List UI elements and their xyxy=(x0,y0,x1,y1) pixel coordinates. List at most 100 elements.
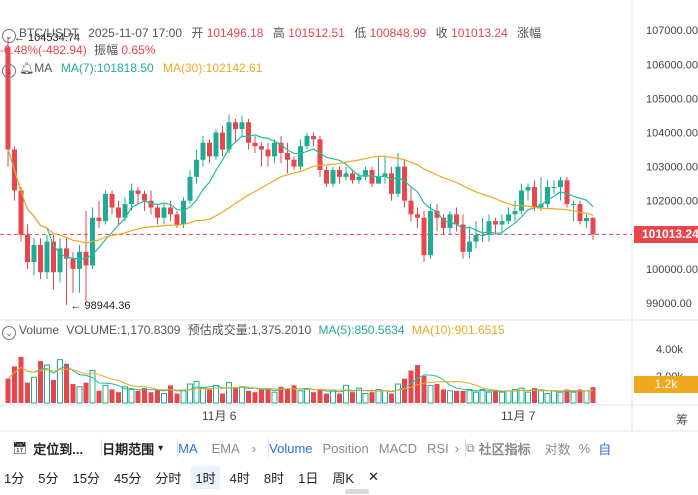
candle-body xyxy=(259,146,264,150)
volume-bar xyxy=(460,390,466,403)
timeframe-45m[interactable]: 45分 xyxy=(114,468,141,487)
candle-body xyxy=(135,190,141,194)
collapse-chevron-icon[interactable]: ⌄ xyxy=(2,326,16,340)
alert-bell-icon[interactable]: 🔔︎ xyxy=(19,61,34,75)
candle-body xyxy=(369,170,375,184)
candle-body xyxy=(226,122,232,150)
timeframe-8h[interactable]: 8时 xyxy=(264,468,284,487)
candle-body xyxy=(337,170,342,177)
volume-bar xyxy=(128,388,135,404)
change-info-line: -0.48%(-482.94) 振幅 0.65% xyxy=(0,43,156,57)
candle-body xyxy=(402,166,407,201)
percent-scale-toggle[interactable]: % xyxy=(579,441,591,456)
candle-body xyxy=(213,132,219,157)
volume-legend: ⌄ Volume VOLUME:1,170.8309 预估成交量:1,375.20… xyxy=(0,322,505,340)
volume-bar xyxy=(369,392,375,403)
candle-body xyxy=(343,173,349,177)
candle-body xyxy=(285,152,290,160)
log-scale-toggle[interactable]: 对数 xyxy=(545,439,571,458)
chevron-right-icon[interactable]: › xyxy=(252,441,256,456)
timeframe-1m[interactable]: 1分 xyxy=(4,468,24,487)
volume-bar xyxy=(174,393,180,403)
candle-body xyxy=(129,190,134,205)
timeframe-line[interactable]: 分时 xyxy=(155,468,181,487)
close-icon[interactable]: ✕ xyxy=(368,469,379,485)
collapse-chevron-icon[interactable]: ⌄ xyxy=(2,29,16,43)
volume-bar xyxy=(226,382,232,404)
price-tick-label: 107000.00 xyxy=(646,25,698,37)
timeframe-15m[interactable]: 15分 xyxy=(72,468,99,487)
tab-position[interactable]: Position xyxy=(323,441,369,456)
timeframe-1h[interactable]: 1时 xyxy=(191,465,220,489)
ma-label[interactable]: MA xyxy=(34,61,51,75)
volume-bar xyxy=(265,388,271,403)
candle-body xyxy=(291,159,297,167)
tab-volume[interactable]: Volume xyxy=(269,441,312,456)
candle-body xyxy=(493,221,498,225)
tab-macd[interactable]: MACD xyxy=(379,441,417,456)
tab-rsi[interactable]: RSI xyxy=(427,441,449,456)
date-range-dropdown[interactable]: 日期范围 xyxy=(102,439,154,458)
candle-body xyxy=(246,122,251,143)
tab-ema[interactable]: EMA xyxy=(212,441,240,456)
volume-bar xyxy=(311,392,316,403)
candle-body xyxy=(590,217,596,235)
settings-label[interactable]: 筹 xyxy=(676,411,688,428)
timeframe-weekly[interactable]: 周K xyxy=(332,468,354,487)
indicator-icon[interactable]: ⧉ xyxy=(466,441,475,456)
ma-legend: ⌄ 🔔︎MA MA(7):101818.50 MA(30):102142.61 xyxy=(0,60,262,78)
volume-bar xyxy=(434,384,440,403)
volume-value: VOLUME:1,170.8309 xyxy=(66,323,181,337)
collapse-chevron-icon[interactable]: ⌄ xyxy=(2,64,16,78)
volume-bar xyxy=(395,383,401,404)
community-indicators-button[interactable]: 社区指标 xyxy=(479,439,531,458)
volume-bar xyxy=(505,390,512,404)
ma30-value: MA(30):102142.61 xyxy=(163,61,263,75)
volume-ma5-line xyxy=(7,365,594,393)
volume-bar xyxy=(350,392,355,403)
candle-body xyxy=(161,207,167,218)
vol-ma5-value: MA(5):850.5634 xyxy=(318,323,405,337)
volume-bar xyxy=(44,364,50,404)
chevron-right-icon[interactable]: › xyxy=(455,441,459,456)
volume-bar xyxy=(259,389,264,403)
candle-body xyxy=(324,170,329,184)
candle-body xyxy=(220,132,225,150)
candle-body xyxy=(350,173,355,181)
volume-bar xyxy=(5,378,11,403)
tab-ma[interactable]: MA xyxy=(178,441,198,456)
time-tick-label: 11月 6 xyxy=(202,409,237,423)
volume-bar xyxy=(233,388,238,403)
volume-bar xyxy=(116,392,121,403)
volume-bar xyxy=(473,391,479,404)
candle-body xyxy=(584,217,589,222)
candle-body xyxy=(571,204,576,206)
timeframe-1d[interactable]: 1日 xyxy=(298,468,318,487)
auto-scale-toggle[interactable]: 自 xyxy=(598,439,611,458)
drag-handle-icon[interactable] xyxy=(345,489,369,494)
goto-button[interactable]: 定位到... xyxy=(33,439,83,458)
candle-body xyxy=(38,245,43,273)
candle-body xyxy=(142,193,147,201)
candle-body xyxy=(233,122,238,130)
timeframe-5m[interactable]: 5分 xyxy=(38,468,58,487)
volume-bar xyxy=(246,390,251,403)
volume-bar xyxy=(187,383,193,404)
candle-body xyxy=(532,187,537,208)
volume-bar xyxy=(239,386,245,404)
calendar-icon[interactable]: 📅︎ xyxy=(12,441,27,455)
price-tick-label: 102000.00 xyxy=(646,196,698,208)
chevron-down-icon[interactable]: ▾ xyxy=(158,443,163,454)
volume-bar xyxy=(389,393,394,403)
volume-bar xyxy=(142,388,147,403)
candle-body xyxy=(447,214,453,228)
price-tick-label: 106000.00 xyxy=(646,59,698,71)
volume-bar xyxy=(76,386,83,404)
volume-label[interactable]: Volume xyxy=(19,323,59,337)
candle-body xyxy=(31,245,37,263)
volume-bar xyxy=(570,391,577,404)
volume-bar xyxy=(447,390,453,404)
candle-body xyxy=(467,241,472,252)
timeframe-4h[interactable]: 4时 xyxy=(230,468,250,487)
volume-bar xyxy=(551,390,557,404)
